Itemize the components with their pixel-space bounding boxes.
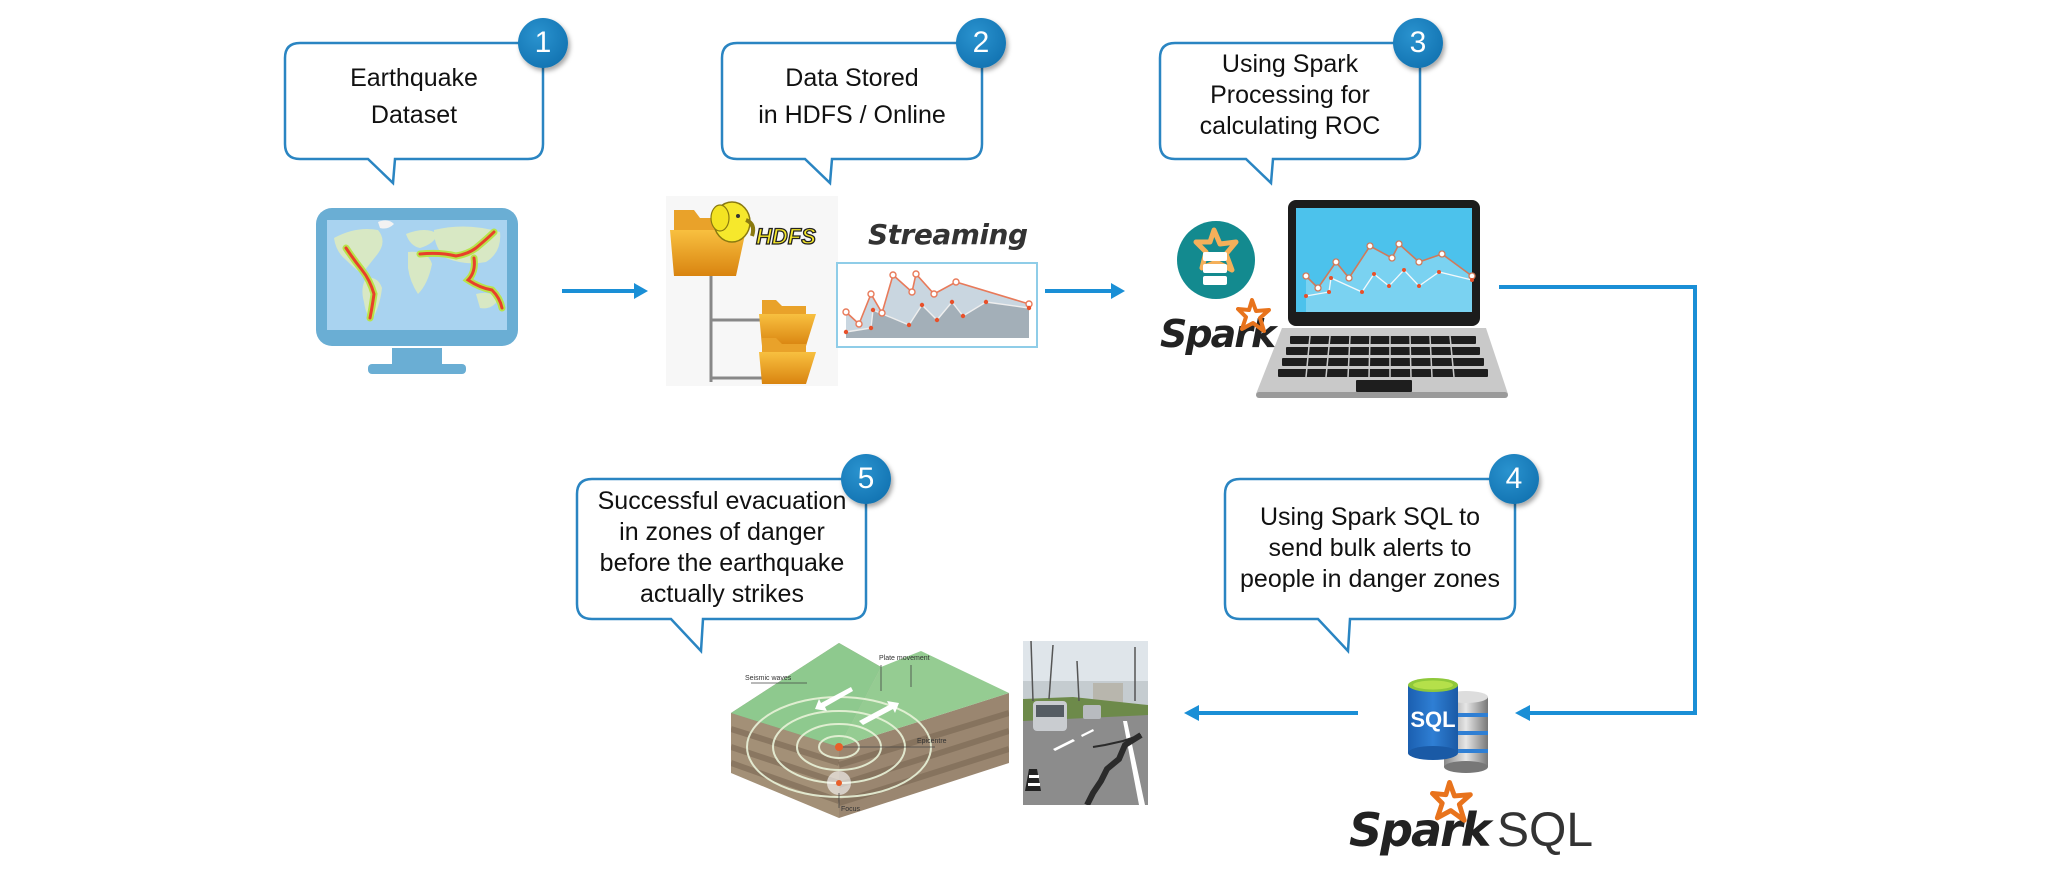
step-2-line-1: Data Stored xyxy=(785,64,919,92)
step-3-text: Using Spark Processing for calculating R… xyxy=(1160,49,1420,142)
sql-db-label: SQL xyxy=(1410,707,1455,732)
plate-movement-label: Plate movement xyxy=(879,655,930,662)
seismic-waves-label: Seismic waves xyxy=(745,675,792,682)
step-2-line-2: in HDFS / Online xyxy=(758,101,946,129)
step-5-line-4: actually strikes xyxy=(640,580,804,608)
streaming-label: Streaming xyxy=(868,218,1028,251)
step-5-badge: 5 xyxy=(841,454,891,504)
hdfs-label: HDFS xyxy=(756,224,816,249)
step-5-text: Successful evacuation in zones of danger… xyxy=(577,486,867,610)
step-5-line-2: in zones of danger xyxy=(619,518,825,546)
step-4-badge: 4 xyxy=(1489,454,1539,504)
spark-sql-sql-label: SQL xyxy=(1497,804,1594,857)
laptop-chart-icon xyxy=(1256,200,1508,398)
step-1-line-1: Earthquake xyxy=(350,64,478,92)
step-1-line-2: Dataset xyxy=(370,101,458,129)
step-3-badge: 3 xyxy=(1393,18,1443,68)
step-2-text: Data Stored in HDFS / Online xyxy=(722,60,982,134)
step-5-line-1: Successful evacuation xyxy=(597,487,847,515)
cracked-road-photo xyxy=(1023,641,1148,805)
arrowhead-3 xyxy=(1515,705,1530,721)
epicentre-label: Epicentre xyxy=(917,738,947,745)
step-3-line-3: calculating ROC xyxy=(1199,112,1381,140)
hdfs-folder-icon: HDFS xyxy=(666,196,838,386)
step-4-line-1: Using Spark SQL to xyxy=(1259,503,1480,531)
earthquake-diagram-icon: Seismic waves Plate movement Epicentre F… xyxy=(731,643,1009,818)
sql-database-icon: SQL xyxy=(1408,678,1488,773)
step-1-badge: 1 xyxy=(518,18,568,68)
streaming-chart-icon xyxy=(836,262,1038,348)
spark-sql-star-icon xyxy=(1430,780,1473,823)
step-4-line-2: send bulk alerts to xyxy=(1268,534,1472,562)
arrowhead-4 xyxy=(1184,705,1199,721)
monitor-world-map-icon xyxy=(316,208,518,374)
step-2-badge: 2 xyxy=(956,18,1006,68)
connector-3-to-4 xyxy=(1499,285,1697,715)
focus-label: Focus xyxy=(841,806,861,813)
arrowhead-1 xyxy=(634,283,648,299)
step-5-line-3: before the earthquake xyxy=(599,549,845,577)
step-4-text: Using Spark SQL to send bulk alerts to p… xyxy=(1225,502,1515,595)
arrowhead-2 xyxy=(1111,283,1125,299)
step-3-line-1: Using Spark xyxy=(1221,50,1359,78)
step-3-line-2: Processing for xyxy=(1210,81,1370,109)
spark-logo-icon xyxy=(1177,221,1255,299)
step-4-line-3: people in danger zones xyxy=(1240,565,1500,593)
step-1-text: Earthquake Dataset xyxy=(285,60,543,134)
